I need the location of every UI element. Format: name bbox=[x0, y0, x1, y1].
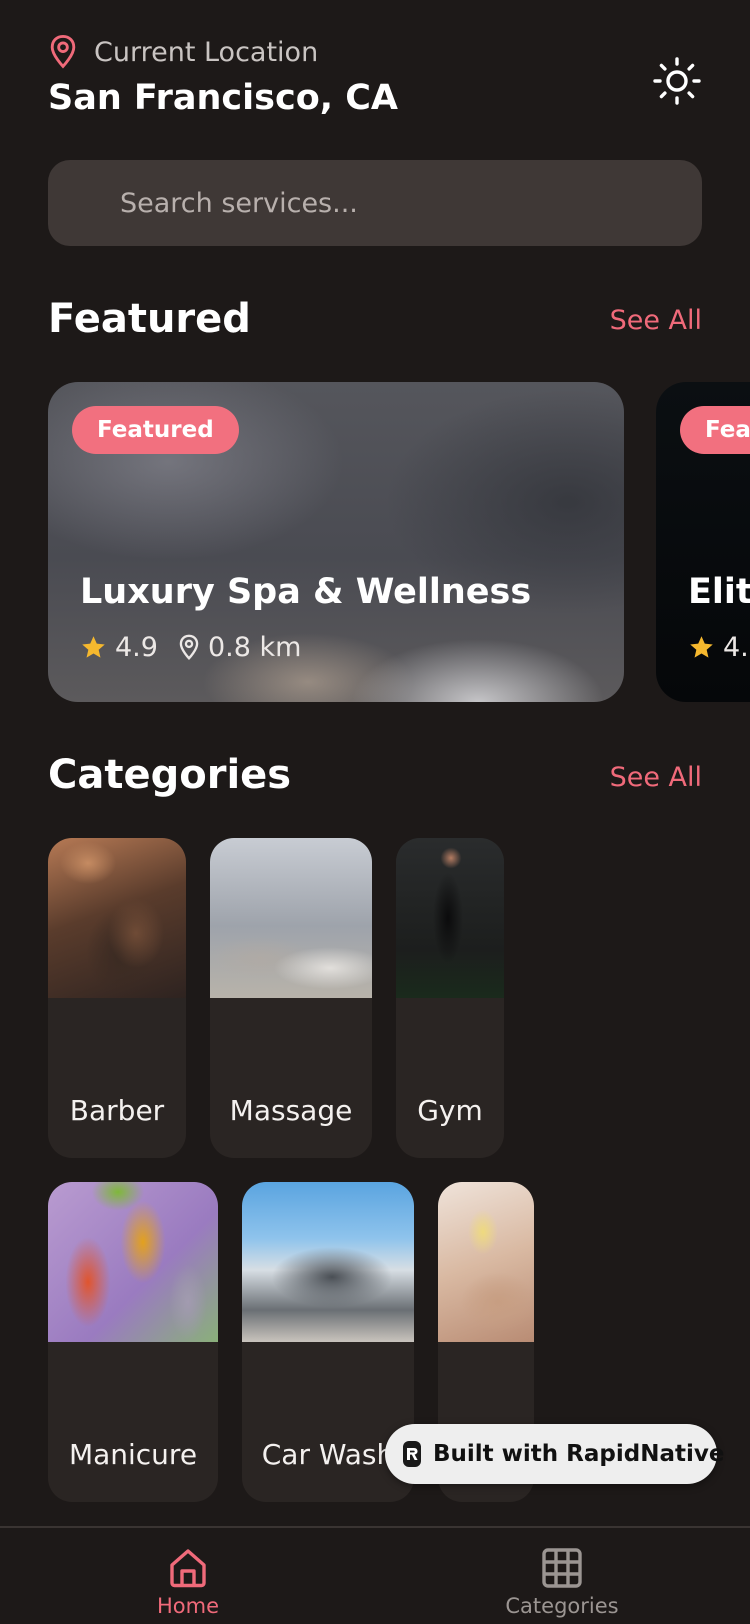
categories-see-all-link[interactable]: See All bbox=[610, 762, 702, 793]
category-label: Gym bbox=[417, 1094, 483, 1127]
bottom-tab-bar: Home Categories bbox=[0, 1526, 750, 1624]
search-bar[interactable] bbox=[48, 160, 702, 246]
star-icon bbox=[690, 636, 713, 658]
category-image bbox=[210, 838, 372, 998]
featured-card-meta: 4.9 0.8 km bbox=[80, 632, 301, 663]
featured-badge: Featured bbox=[680, 406, 750, 454]
category-tile-gym[interactable]: Gym bbox=[396, 838, 504, 1158]
category-image bbox=[242, 1182, 414, 1342]
sun-icon[interactable] bbox=[652, 56, 702, 106]
featured-title: Featured bbox=[48, 296, 251, 342]
home-screen: Current Location San Francisco, CA Featu… bbox=[0, 0, 750, 1624]
tab-home-label: Home bbox=[156, 1594, 219, 1618]
category-label: Massage bbox=[229, 1094, 353, 1127]
category-image bbox=[48, 838, 186, 998]
current-location-row[interactable]: Current Location bbox=[48, 34, 318, 70]
map-pin-icon bbox=[179, 634, 199, 661]
featured-card-title: Elite bbox=[688, 572, 750, 612]
search-input[interactable] bbox=[120, 187, 702, 219]
featured-card-meta: 4.8 bbox=[688, 632, 750, 663]
grid-icon bbox=[542, 1548, 582, 1588]
featured-card[interactable]: Featured Luxury Spa & Wellness 4.9 0.8 k… bbox=[48, 382, 624, 702]
category-label: Manicure bbox=[68, 1438, 198, 1471]
featured-card-title: Luxury Spa & Wellness bbox=[80, 572, 532, 612]
category-tile-massage[interactable]: Massage bbox=[210, 838, 372, 1158]
city-name[interactable]: San Francisco, CA bbox=[48, 78, 398, 118]
tab-categories[interactable]: Categories bbox=[487, 1546, 637, 1618]
featured-badge: Featured bbox=[72, 406, 239, 454]
location-label: Current Location bbox=[94, 36, 319, 68]
rating-value: 4.9 bbox=[115, 632, 158, 663]
built-with-rapidnative-badge[interactable]: Built with RapidNative bbox=[385, 1424, 724, 1484]
featured-card[interactable]: Featured Elite 4.8 bbox=[656, 382, 750, 702]
distance-value: 0.8 km bbox=[207, 632, 302, 663]
categories-title: Categories bbox=[48, 752, 292, 798]
rating-value: 4.8 bbox=[723, 632, 750, 663]
tab-categories-label: Categories bbox=[505, 1594, 619, 1618]
featured-see-all-link[interactable]: See All bbox=[610, 305, 702, 336]
category-image bbox=[48, 1182, 218, 1342]
category-tile-barber[interactable]: Barber bbox=[48, 838, 186, 1158]
star-icon bbox=[82, 636, 105, 658]
tab-home[interactable]: Home bbox=[113, 1546, 263, 1618]
category-image bbox=[396, 838, 504, 998]
built-with-label: Built with RapidNative bbox=[433, 1441, 725, 1467]
category-tile-manicure[interactable]: Manicure bbox=[48, 1182, 218, 1502]
home-icon bbox=[170, 1549, 206, 1588]
rapidnative-logo-icon bbox=[403, 1441, 421, 1467]
category-label: Barber bbox=[69, 1094, 165, 1127]
map-pin-icon bbox=[50, 34, 76, 69]
category-image bbox=[438, 1182, 534, 1342]
